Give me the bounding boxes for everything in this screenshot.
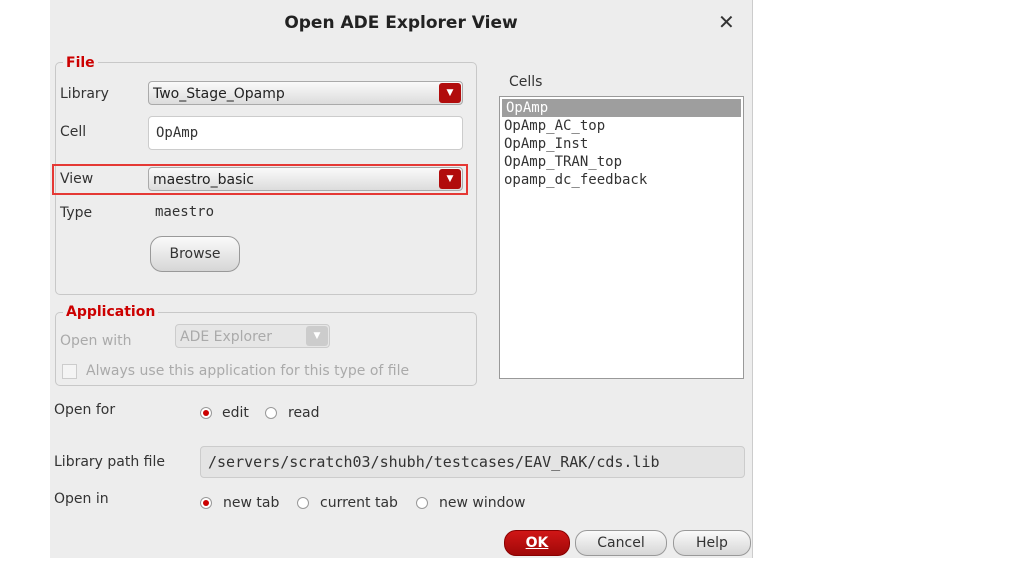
help-button[interactable]: Help (673, 530, 751, 556)
open-for-label: Open for (54, 402, 116, 418)
read-label: read (288, 405, 320, 421)
radio-edit[interactable] (200, 407, 212, 419)
browse-button[interactable]: Browse (150, 236, 240, 272)
open-ade-explorer-dialog: Open ADE Explorer View ✕ File Library Tw… (50, 0, 753, 558)
radio-new-window[interactable] (416, 497, 428, 509)
application-legend: Application (63, 304, 159, 320)
edit-label: edit (222, 405, 249, 421)
new-tab-label: new tab (223, 495, 280, 511)
always-use-checkbox[interactable] (62, 364, 77, 379)
current-tab-label: current tab (320, 495, 398, 511)
library-label: Library (60, 86, 109, 102)
cell-input[interactable]: OpAmp (148, 116, 463, 150)
chevron-down-icon[interactable]: ▼ (439, 83, 461, 103)
cells-label: Cells (509, 74, 543, 90)
cancel-button[interactable]: Cancel (575, 530, 667, 556)
chevron-down-icon[interactable]: ▼ (439, 169, 461, 189)
radio-current-tab[interactable] (297, 497, 309, 509)
list-item[interactable]: opamp_dc_feedback (500, 171, 743, 189)
library-path-field[interactable]: /servers/scratch03/shubh/testcases/EAV_R… (200, 446, 745, 478)
cell-label: Cell (60, 124, 87, 140)
open-with-label: Open with (60, 333, 132, 349)
open-with-combo[interactable]: ADE Explorer ▼ (175, 324, 330, 348)
list-item[interactable]: OpAmp_TRAN_top (500, 153, 743, 171)
new-window-label: new window (439, 495, 526, 511)
list-item[interactable]: OpAmp_Inst (500, 135, 743, 153)
radio-read[interactable] (265, 407, 277, 419)
always-use-label: Always use this application for this typ… (86, 363, 410, 379)
cells-list[interactable]: OpAmp OpAmp_AC_top OpAmp_Inst OpAmp_TRAN… (499, 96, 744, 379)
open-with-value: ADE Explorer (180, 329, 272, 345)
type-value: maestro (155, 204, 215, 220)
radio-new-tab[interactable] (200, 497, 212, 509)
view-label: View (60, 171, 94, 187)
view-value: maestro_basic (153, 172, 254, 188)
file-legend: File (63, 55, 98, 71)
close-icon[interactable]: ✕ (718, 10, 735, 34)
ok-button[interactable]: OK (504, 530, 570, 556)
type-label: Type (60, 205, 93, 221)
chevron-down-icon: ▼ (306, 326, 328, 346)
open-in-label: Open in (54, 491, 109, 507)
list-item[interactable]: OpAmp (502, 99, 741, 117)
library-path-label: Library path file (54, 454, 166, 470)
dialog-title: Open ADE Explorer View (284, 13, 518, 33)
library-value: Two_Stage_Opamp (153, 86, 285, 102)
library-combo[interactable]: Two_Stage_Opamp ▼ (148, 81, 463, 105)
list-item[interactable]: OpAmp_AC_top (500, 117, 743, 135)
view-combo[interactable]: maestro_basic ▼ (148, 167, 463, 191)
